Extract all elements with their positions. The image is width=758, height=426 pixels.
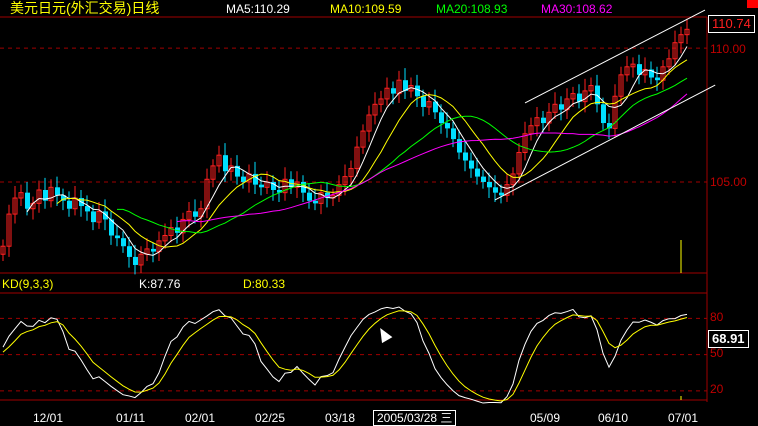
candle-body — [313, 200, 318, 204]
date-tick: 03/18 — [325, 411, 356, 425]
kd-current-box: 68.91 — [708, 330, 749, 348]
candle-body — [241, 176, 246, 182]
candle-body — [469, 160, 474, 169]
date-tick: 02/01 — [185, 411, 216, 425]
ma30-label: MA30:108.62 — [541, 2, 613, 16]
kd-tick: 80 — [710, 310, 724, 324]
date-tick: 07/01 — [668, 411, 699, 425]
candle-body — [415, 85, 420, 97]
candle-body — [91, 211, 96, 223]
candle-body — [67, 200, 72, 209]
d-value: D:80.33 — [243, 277, 286, 291]
candle-body — [223, 155, 228, 172]
candle-body — [445, 123, 450, 129]
k-value: K:87.76 — [139, 277, 181, 291]
candle-body — [421, 96, 426, 107]
kd-tick: 20 — [710, 382, 724, 396]
candle-body — [55, 187, 60, 196]
candle-body — [475, 168, 480, 177]
kd-title: KD(9,3,3) — [2, 277, 54, 291]
candle-body — [601, 104, 606, 124]
ma10-label: MA10:109.59 — [330, 2, 402, 16]
cursor-date-box: 2005/03/28 三 — [373, 410, 457, 426]
candle-body — [259, 184, 264, 188]
candle-body — [481, 176, 486, 182]
ma20-label: MA20:108.93 — [436, 2, 508, 16]
status-indicator[interactable] — [747, 0, 758, 8]
candle-body — [133, 256, 138, 265]
candle-body — [127, 246, 132, 257]
price-tick: 105.00 — [710, 175, 747, 189]
price-tick: 110.00 — [710, 42, 746, 56]
candle-body — [487, 181, 492, 188]
candle-body — [193, 211, 198, 217]
candle-body — [25, 192, 30, 209]
candle-body — [391, 88, 396, 94]
kd-tick: 50 — [710, 346, 724, 360]
candle-body — [121, 238, 126, 247]
candle-body — [499, 192, 504, 196]
d-line — [2, 310, 688, 402]
current-price-box: 110.74 — [708, 15, 755, 33]
candle-body — [115, 235, 120, 239]
channel-line — [494, 84, 716, 201]
date-tick: 06/10 — [598, 411, 629, 425]
candle-body — [559, 104, 564, 110]
candle-body — [493, 187, 498, 193]
candle-body — [451, 128, 456, 140]
date-tick: 02/25 — [255, 411, 286, 425]
ma30-line — [176, 93, 688, 223]
chart-title: 美元日元(外汇交易)日线 — [10, 0, 160, 16]
date-tick: 12/01 — [33, 411, 64, 425]
candle-body — [457, 139, 462, 153]
date-tick: 01/11 — [116, 411, 146, 425]
candle-body — [655, 77, 660, 81]
chart-canvas[interactable] — [0, 0, 758, 421]
candle-body — [439, 112, 444, 124]
candle-body — [463, 152, 468, 161]
date-tick: 05/09 — [530, 411, 561, 425]
candle-body — [541, 117, 546, 124]
candle-body — [307, 192, 312, 201]
candle-body — [151, 248, 156, 252]
ma5-label: MA5:110.29 — [226, 2, 290, 16]
